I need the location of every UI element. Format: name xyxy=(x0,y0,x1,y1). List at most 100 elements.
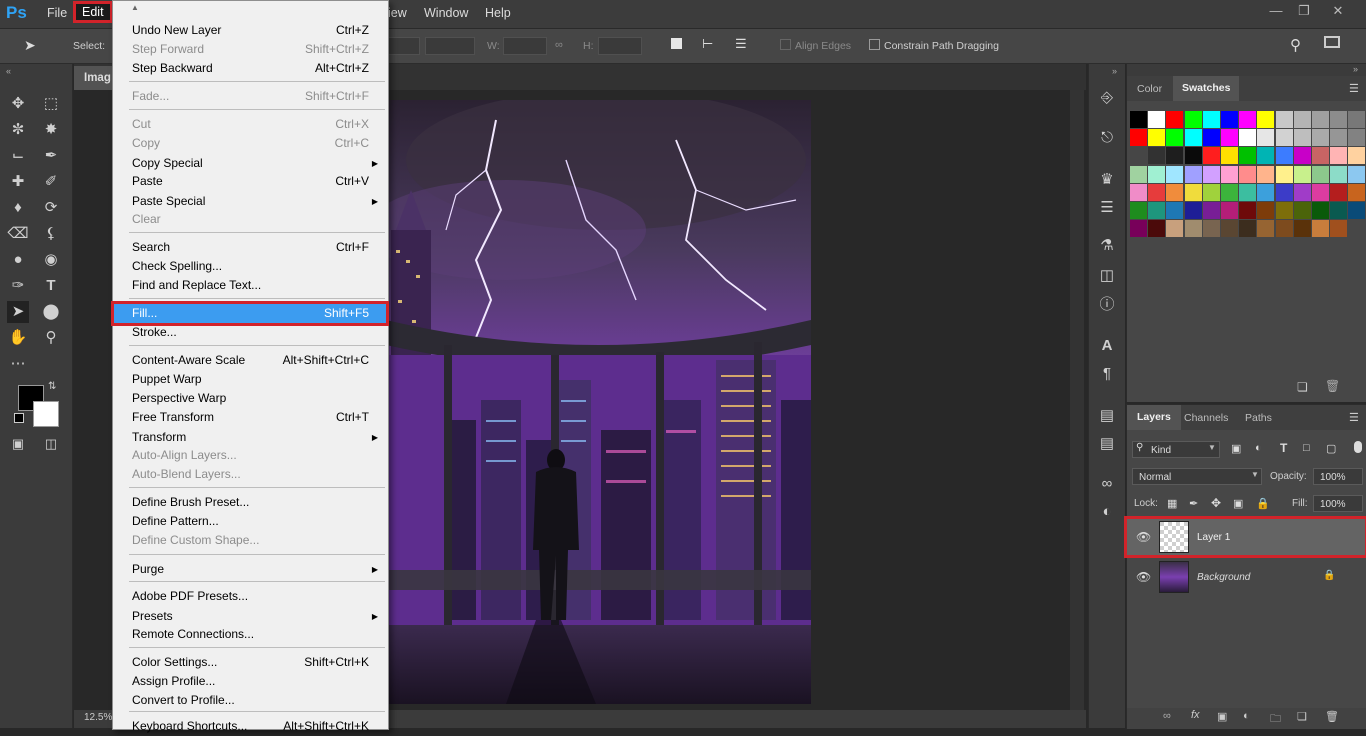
color-swatch[interactable] xyxy=(1148,202,1166,219)
lock-all-icon[interactable]: 🔒 xyxy=(1256,497,1270,510)
path-arrangement-icon[interactable]: ☰ xyxy=(735,36,747,52)
color-swatch[interactable] xyxy=(1348,183,1366,201)
color-swatch[interactable] xyxy=(1184,147,1202,165)
filter-type-icon[interactable]: T xyxy=(1280,441,1287,455)
collapse-toolbox-icon[interactable]: « xyxy=(6,66,11,76)
menu-item-define-brush-preset[interactable]: Define Brush Preset... xyxy=(114,493,386,512)
menu-item-clear[interactable]: Clear xyxy=(114,210,386,229)
color-swatch[interactable] xyxy=(1239,165,1257,183)
color-swatch[interactable] xyxy=(1330,183,1348,201)
adjustment-layer-icon[interactable]: ◐ xyxy=(1243,710,1250,722)
color-swatch[interactable] xyxy=(1221,220,1238,238)
color-swatch[interactable] xyxy=(1293,220,1311,238)
lock-position-icon[interactable]: ✥ xyxy=(1211,496,1221,510)
menu-item-perspective-warp[interactable]: Perspective Warp xyxy=(114,389,386,408)
tab-layers[interactable]: Layers xyxy=(1127,405,1181,430)
menu-item-remote-connections[interactable]: Remote Connections... xyxy=(114,625,386,644)
menu-item-define-pattern[interactable]: Define Pattern... xyxy=(114,512,386,531)
color-swatch[interactable] xyxy=(1130,220,1147,238)
menu-item-fill[interactable]: Fill... Shift+F5 xyxy=(111,301,389,326)
brush-tool-icon[interactable]: ✐ xyxy=(40,171,62,193)
menu-item-content-aware-scale[interactable]: Content-Aware Scale Alt+Shift+Ctrl+C xyxy=(114,351,386,370)
menu-item-paste-special[interactable]: Paste Special ▶ xyxy=(114,192,386,211)
color-swatch[interactable] xyxy=(1221,129,1238,147)
color-swatch[interactable] xyxy=(1221,147,1238,165)
color-swatch[interactable] xyxy=(1202,111,1220,128)
info-icon[interactable]: ⓘ xyxy=(1097,295,1117,315)
character-styles-icon[interactable]: ⚗ xyxy=(1097,236,1117,256)
move-tool-icon[interactable]: ✥ xyxy=(7,93,29,115)
filter-shape-icon[interactable]: □ xyxy=(1303,442,1310,454)
menu-item-find-and-replace-text[interactable]: Find and Replace Text... xyxy=(114,276,386,295)
collapse-panels-icon[interactable]: » xyxy=(1353,64,1358,74)
color-swatch[interactable] xyxy=(1130,202,1147,219)
color-swatch[interactable] xyxy=(1130,111,1147,128)
color-swatch[interactable] xyxy=(1275,183,1293,201)
path-operations-icon[interactable] xyxy=(671,38,682,49)
color-swatch[interactable] xyxy=(1202,129,1220,147)
layer-row-layer-1[interactable]: 👁 Layer 1 xyxy=(1124,516,1366,558)
menu-edit[interactable]: Edit xyxy=(73,1,113,23)
menu-item-transform[interactable]: Transform ▶ xyxy=(114,428,386,447)
color-swatch[interactable] xyxy=(1293,165,1311,183)
tab-channels[interactable]: Channels xyxy=(1184,412,1228,424)
menu-help[interactable]: Help xyxy=(485,6,511,20)
color-swatch[interactable] xyxy=(1239,183,1257,201)
color-swatch[interactable] xyxy=(1257,183,1275,201)
constrain-path-checkbox[interactable] xyxy=(869,39,880,50)
workspace-icon[interactable] xyxy=(1324,36,1340,48)
color-swatch[interactable] xyxy=(1348,111,1366,128)
lock-artboard-icon[interactable]: ▣ xyxy=(1233,497,1243,510)
add-mask-icon[interactable]: ▣ xyxy=(1217,710,1227,723)
color-swatch[interactable] xyxy=(1312,147,1329,165)
path-selection-tool-icon[interactable]: ➤ xyxy=(7,301,29,323)
new-group-icon[interactable]: 🗀 xyxy=(1270,710,1281,729)
filter-adjustment-icon[interactable]: ◐ xyxy=(1255,442,1262,454)
blur-tool-icon[interactable]: ● xyxy=(7,249,29,271)
menu-item-undo-new-layer[interactable]: Undo New Layer Ctrl+Z xyxy=(114,21,386,40)
link-layers-icon[interactable]: ∞ xyxy=(1163,710,1171,722)
lock-image-icon[interactable]: ✒ xyxy=(1189,497,1198,510)
tab-paths[interactable]: Paths xyxy=(1245,412,1272,424)
menu-item-step-backward[interactable]: Step Backward Alt+Ctrl+Z xyxy=(114,59,386,78)
color-swatch[interactable] xyxy=(1330,129,1348,147)
color-swatch[interactable] xyxy=(1184,183,1202,201)
align-edges-checkbox[interactable] xyxy=(780,39,791,50)
color-swatch[interactable] xyxy=(1239,147,1257,165)
menu-item-presets[interactable]: Presets ▶ xyxy=(114,607,386,626)
color-swatch[interactable] xyxy=(1130,165,1147,183)
color-swatch[interactable] xyxy=(1184,202,1202,219)
crop-tool-icon[interactable]: ⌙ xyxy=(7,145,29,167)
fill-field[interactable]: 100% xyxy=(1313,495,1363,512)
menu-view[interactable]: iew xyxy=(388,6,407,20)
visibility-eye-icon[interactable]: 👁 xyxy=(1136,530,1151,544)
menu-item-copy-special[interactable]: Copy Special ▶ xyxy=(114,154,386,173)
color-swatch[interactable] xyxy=(1130,129,1147,147)
path-selection-tool-icon[interactable]: ➤ xyxy=(24,37,36,54)
color-swatch[interactable] xyxy=(1202,147,1220,165)
menu-item-color-settings[interactable]: Color Settings... Shift+Ctrl+K xyxy=(114,653,386,672)
scroll-up-icon[interactable]: ▲ xyxy=(131,3,139,12)
screen-mode-icon[interactable]: ◫ xyxy=(40,433,62,455)
opacity-field[interactable]: 100% xyxy=(1313,468,1363,485)
color-swatch[interactable] xyxy=(1257,202,1275,219)
menu-item-stroke[interactable]: Stroke... xyxy=(114,323,386,342)
color-swatch[interactable] xyxy=(1148,183,1166,201)
background-color-swatch[interactable] xyxy=(33,401,59,427)
color-swatch[interactable] xyxy=(1312,220,1329,238)
color-swatch[interactable] xyxy=(1330,220,1348,238)
select-dropdown[interactable] xyxy=(388,37,420,55)
clone-source-icon[interactable]: ♛ xyxy=(1097,170,1117,190)
color-swatch[interactable] xyxy=(1148,220,1166,238)
color-swatch[interactable] xyxy=(1202,220,1220,238)
color-swatch[interactable] xyxy=(1293,129,1311,147)
color-swatch[interactable] xyxy=(1257,129,1275,147)
hand-tool-icon[interactable]: ✋ xyxy=(7,327,29,349)
color-swatch[interactable] xyxy=(1275,202,1293,219)
lock-transparent-icon[interactable]: ▦ xyxy=(1167,497,1177,510)
color-swatch[interactable] xyxy=(1330,147,1348,165)
link-icon[interactable]: ∞ xyxy=(555,39,563,51)
color-swatch[interactable] xyxy=(1166,220,1184,238)
path-alignment-icon[interactable]: ⊢ xyxy=(702,36,713,52)
quick-selection-tool-icon[interactable]: ✸ xyxy=(40,119,62,141)
